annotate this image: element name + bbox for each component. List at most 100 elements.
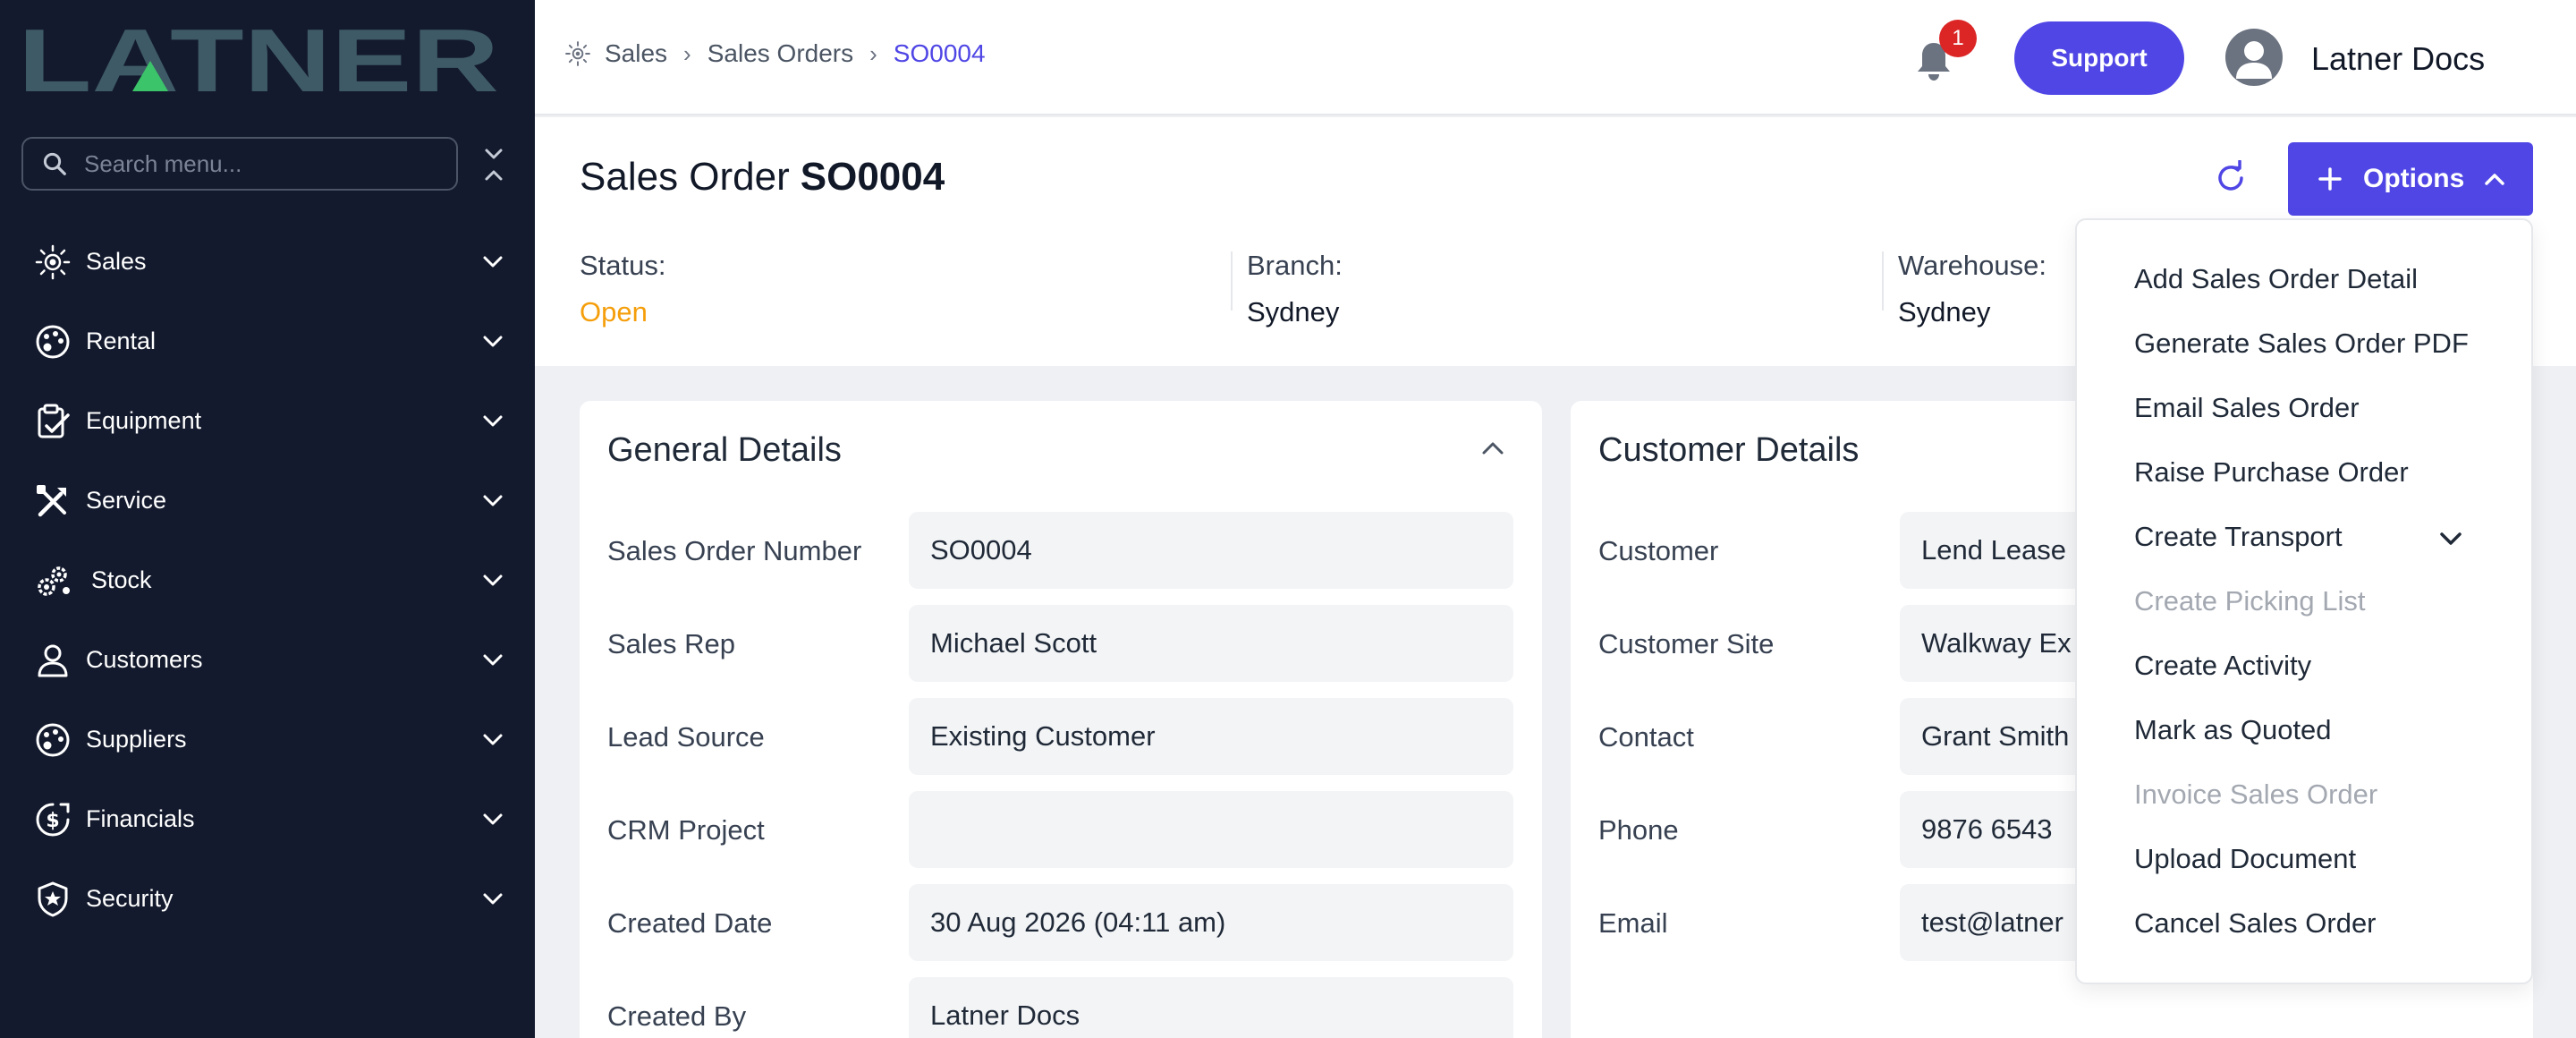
status-value: Open bbox=[580, 296, 648, 328]
row-label: Customer bbox=[1598, 535, 1719, 566]
sun-icon bbox=[35, 244, 71, 280]
sidebar-item-label: Sales bbox=[86, 248, 147, 275]
user-icon bbox=[38, 644, 68, 677]
sidebar-item-stock[interactable]: Stock bbox=[0, 540, 535, 620]
created-date-field[interactable]: 30 Aug 2026 (04:11 am) bbox=[909, 884, 1513, 961]
sidebar-item-customers[interactable]: Customers bbox=[0, 620, 535, 700]
sales-rep-field[interactable]: Michael Scott bbox=[909, 605, 1513, 682]
sidebar-item-service[interactable]: Service bbox=[0, 461, 535, 540]
row-label: Sales Rep bbox=[607, 628, 736, 659]
menu-item-mark-as-quoted[interactable]: Mark as Quoted bbox=[2134, 714, 2332, 746]
chevron-down-icon bbox=[483, 336, 503, 347]
menu-item-cancel-sales-order[interactable]: Cancel Sales Order bbox=[2134, 907, 2377, 940]
menu-item-raise-purchase-order[interactable]: Raise Purchase Order bbox=[2134, 456, 2409, 489]
logo-text: LATNER bbox=[18, 20, 499, 98]
row-label: Customer Site bbox=[1598, 628, 1775, 659]
chevron-down-icon bbox=[483, 256, 503, 268]
support-button[interactable]: Support bbox=[2014, 21, 2184, 95]
latner-logo[interactable]: LATNER bbox=[18, 20, 501, 98]
refresh-icon[interactable] bbox=[2213, 160, 2249, 196]
menu-item-create-picking-list: Create Picking List bbox=[2134, 585, 2366, 617]
menu-item-upload-document[interactable]: Upload Document bbox=[2134, 843, 2356, 875]
chevron-down-icon bbox=[483, 574, 503, 586]
shield-icon bbox=[38, 881, 68, 917]
menu-item-create-transport[interactable]: Create Transport bbox=[2134, 521, 2343, 553]
menu-item-create-activity[interactable]: Create Activity bbox=[2134, 650, 2311, 682]
menu-item-add-sales-order-detail[interactable]: Add Sales Order Detail bbox=[2134, 263, 2418, 295]
chevron-down-icon[interactable] bbox=[2438, 530, 2463, 548]
breadcrumb-sales-orders[interactable]: Sales Orders bbox=[708, 39, 853, 68]
collapse-sidebar-icon[interactable] bbox=[479, 145, 508, 184]
sidebar-nav: Sales Rental Equipment Service Stock Cus… bbox=[0, 222, 535, 939]
chevron-right-icon: › bbox=[869, 39, 877, 67]
branch-label: Branch: bbox=[1247, 250, 1343, 281]
sidebar-item-label: Suppliers bbox=[86, 726, 187, 753]
sidebar-item-rental[interactable]: Rental bbox=[0, 302, 535, 381]
chevron-right-icon: › bbox=[683, 39, 691, 67]
options-dropdown-menu: Add Sales Order Detail Generate Sales Or… bbox=[2075, 218, 2533, 984]
sidebar-item-financials[interactable]: $ Financials bbox=[0, 779, 535, 859]
search-icon bbox=[43, 152, 66, 175]
chevron-up-icon bbox=[2485, 174, 2505, 185]
row-label: Email bbox=[1598, 907, 1668, 939]
user-name[interactable]: Latner Docs bbox=[2311, 40, 2485, 78]
status-label: Status: bbox=[580, 250, 666, 281]
user-avatar-icon bbox=[2236, 41, 2272, 79]
row-label: Created Date bbox=[607, 907, 773, 939]
general-details-card: General Details Sales Order Number SO000… bbox=[580, 401, 1542, 1038]
created-by-field[interactable]: Latner Docs bbox=[909, 977, 1513, 1038]
sidebar-item-label: Customers bbox=[86, 646, 203, 673]
sidebar-item-label: Stock bbox=[91, 566, 152, 593]
chevron-down-icon bbox=[483, 495, 503, 506]
palette-icon bbox=[36, 723, 70, 757]
options-button[interactable]: Options bbox=[2288, 142, 2533, 216]
options-label: Options bbox=[2363, 164, 2465, 193]
breadcrumb-sales[interactable]: Sales bbox=[605, 39, 667, 68]
breadcrumb: Sales › Sales Orders › SO0004 bbox=[564, 39, 986, 68]
branch-value: Sydney bbox=[1247, 296, 1340, 328]
sidebar-item-label: Financials bbox=[86, 805, 195, 832]
card-title: General Details bbox=[607, 431, 842, 469]
warehouse-value: Sydney bbox=[1898, 296, 1991, 328]
sidebar-item-sales[interactable]: Sales bbox=[0, 222, 535, 302]
search-input[interactable] bbox=[84, 149, 424, 178]
row-label: Contact bbox=[1598, 721, 1694, 753]
sales-order-number-field[interactable]: SO0004 bbox=[909, 512, 1513, 589]
divider bbox=[1231, 251, 1233, 311]
warehouse-label: Warehouse: bbox=[1898, 250, 2046, 281]
lead-source-field[interactable]: Existing Customer bbox=[909, 698, 1513, 775]
sidebar-item-suppliers[interactable]: Suppliers bbox=[0, 700, 535, 779]
avatar[interactable] bbox=[2225, 29, 2283, 86]
sidebar-item-equipment[interactable]: Equipment bbox=[0, 381, 535, 461]
menu-item-invoice-sales-order: Invoice Sales Order bbox=[2134, 778, 2378, 810]
menu-item-generate-pdf[interactable]: Generate Sales Order PDF bbox=[2134, 328, 2469, 360]
row-label: CRM Project bbox=[607, 814, 765, 846]
divider bbox=[1882, 251, 1884, 311]
chevron-up-icon[interactable] bbox=[1479, 438, 1506, 458]
crm-project-field[interactable] bbox=[909, 791, 1513, 868]
status-info: Status: Open bbox=[580, 250, 666, 328]
gears-icon bbox=[38, 566, 70, 596]
chevron-down-icon bbox=[483, 813, 503, 825]
order-number: SO0004 bbox=[800, 155, 945, 199]
chevron-down-icon bbox=[483, 734, 503, 745]
card-title: Customer Details bbox=[1598, 431, 1860, 469]
sidebar-item-label: Security bbox=[86, 885, 174, 912]
sun-icon bbox=[565, 41, 590, 66]
sidebar-item-label: Rental bbox=[86, 328, 157, 354]
svg-text:$: $ bbox=[46, 810, 59, 832]
sidebar-item-security[interactable]: Security bbox=[0, 859, 535, 939]
chevron-down-icon bbox=[483, 893, 503, 905]
clipboard-check-icon bbox=[38, 404, 70, 438]
row-label: Created By bbox=[607, 1000, 747, 1032]
warehouse-info: Warehouse: Sydney bbox=[1898, 250, 2046, 328]
palette-icon bbox=[36, 325, 70, 359]
page-title: Sales Order SO0004 bbox=[580, 155, 945, 200]
menu-item-email-sales-order[interactable]: Email Sales Order bbox=[2134, 392, 2360, 424]
sidebar-search[interactable] bbox=[21, 137, 458, 191]
dollar-icon: $ bbox=[36, 803, 70, 837]
sidebar: LATNER Sales bbox=[0, 0, 535, 1038]
breadcrumb-current: SO0004 bbox=[893, 39, 986, 67]
sidebar-item-label: Service bbox=[86, 487, 167, 514]
page-title-text: Sales Order bbox=[580, 155, 790, 199]
